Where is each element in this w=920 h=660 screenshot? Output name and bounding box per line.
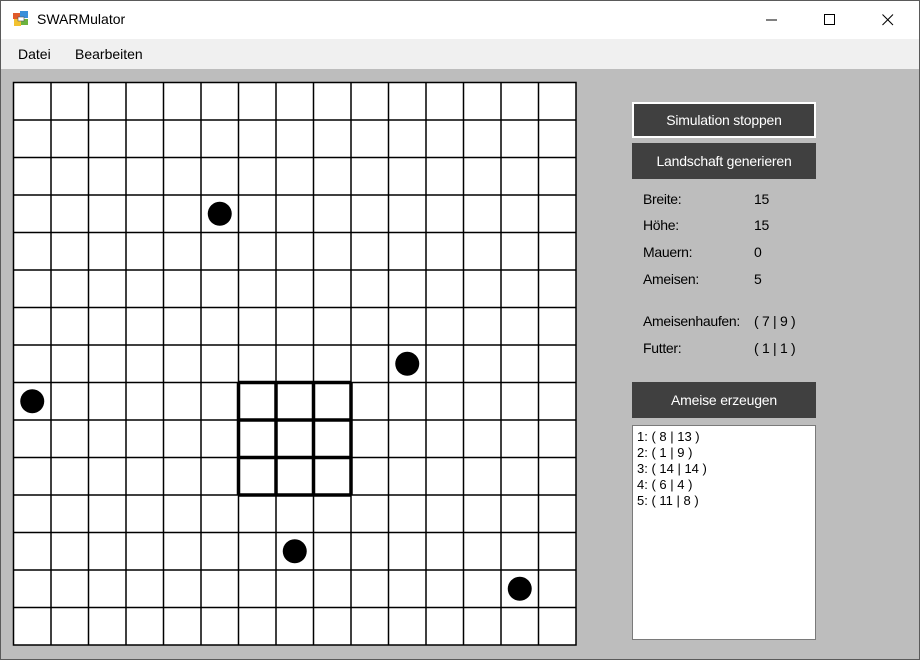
client-area: Simulation stoppen Landschaft generieren… xyxy=(1,69,919,659)
list-item[interactable]: 2: ( 1 | 9 ) xyxy=(637,445,811,461)
ant-dot xyxy=(507,576,532,601)
height-value: 15 xyxy=(754,217,769,233)
ant-dot xyxy=(282,539,307,564)
food-label: Futter: xyxy=(643,340,682,356)
simulation-grid[interactable] xyxy=(1,69,601,659)
list-item[interactable]: 3: ( 14 | 14 ) xyxy=(637,461,811,477)
list-item[interactable]: 4: ( 6 | 4 ) xyxy=(637,477,811,493)
app-icon xyxy=(13,11,28,26)
width-label: Breite: xyxy=(643,191,682,207)
maximize-icon xyxy=(824,14,835,25)
minimize-button[interactable] xyxy=(743,1,801,39)
ant-dot xyxy=(207,201,232,226)
ant-dot xyxy=(20,389,45,414)
menu-edit[interactable]: Bearbeiten xyxy=(75,46,143,62)
anthill-value: ( 7 | 9 ) xyxy=(754,313,796,329)
stop-simulation-button[interactable]: Simulation stoppen xyxy=(632,102,816,138)
ants-label: Ameisen: xyxy=(643,271,699,287)
ants-value: 5 xyxy=(754,271,762,287)
window-title: SWARMulator xyxy=(37,11,126,27)
close-button[interactable] xyxy=(859,1,917,39)
anthill-label: Ameisenhaufen: xyxy=(643,313,740,329)
generate-landscape-button[interactable]: Landschaft generieren xyxy=(632,143,816,179)
ant-list[interactable]: 1: ( 8 | 13 ) 2: ( 1 | 9 ) 3: ( 14 | 14 … xyxy=(632,425,816,640)
walls-value: 0 xyxy=(754,244,762,260)
maximize-button[interactable] xyxy=(801,1,859,39)
title-bar[interactable]: SWARMulator xyxy=(1,1,919,39)
minimize-icon xyxy=(766,19,777,21)
list-item[interactable]: 5: ( 11 | 8 ) xyxy=(637,493,811,509)
list-item[interactable]: 1: ( 8 | 13 ) xyxy=(637,429,811,445)
ant-dot xyxy=(395,351,420,376)
app-window: SWARMulator Datei Bearbeiten Simulation … xyxy=(0,0,920,660)
width-value: 15 xyxy=(754,191,769,207)
menu-file[interactable]: Datei xyxy=(18,46,51,62)
menu-bar: Datei Bearbeiten xyxy=(1,39,919,69)
height-label: Höhe: xyxy=(643,217,679,233)
food-value: ( 1 | 1 ) xyxy=(754,340,796,356)
create-ant-button[interactable]: Ameise erzeugen xyxy=(632,382,816,418)
close-icon xyxy=(882,14,894,26)
walls-label: Mauern: xyxy=(643,244,693,260)
